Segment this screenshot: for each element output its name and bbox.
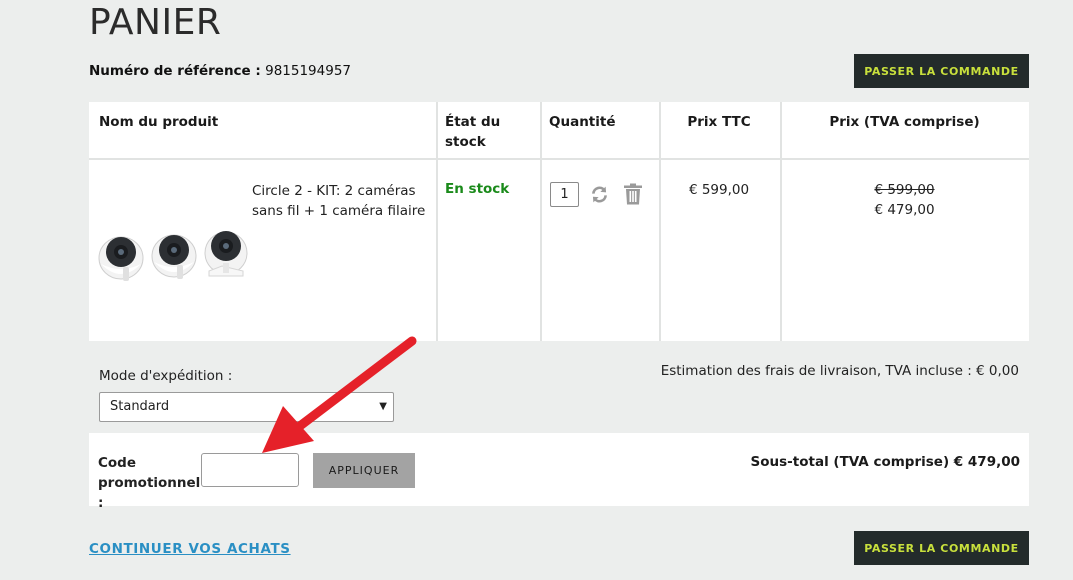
shipping-mode-select[interactable]: Standard ▼ bbox=[99, 392, 394, 422]
table-header-row: Nom du produit État du stock Quantité Pr… bbox=[89, 102, 1029, 160]
price-ttc-value: € 599,00 bbox=[688, 182, 750, 198]
checkout-button-top[interactable]: PASSER LA COMMANDE bbox=[854, 54, 1029, 88]
promo-code-label: Code promotionnel : bbox=[98, 455, 201, 511]
chevron-down-icon: ▼ bbox=[379, 401, 387, 412]
price-original: € 599,00 bbox=[874, 182, 935, 198]
refresh-icon[interactable] bbox=[589, 184, 610, 205]
camera-product-image bbox=[98, 231, 248, 281]
quantity-input[interactable]: 1 bbox=[550, 182, 579, 207]
reference-value: 9815194957 bbox=[265, 63, 352, 79]
apply-promo-button[interactable]: APPLIQUER bbox=[313, 453, 415, 488]
subtotal: Sous-total (TVA comprise) € 479,00 bbox=[750, 454, 1020, 470]
checkout-button-bottom[interactable]: PASSER LA COMMANDE bbox=[854, 531, 1029, 565]
header-stock: État du stock bbox=[445, 114, 501, 150]
shipping-mode-label: Mode d'expédition : bbox=[99, 368, 233, 384]
shipping-estimate: Estimation des frais de livraison, TVA i… bbox=[660, 363, 1019, 379]
header-price-ttc: Prix TTC bbox=[687, 114, 751, 130]
continue-shopping-link[interactable]: CONTINUER VOS ACHATS bbox=[89, 541, 291, 557]
price-discounted: € 479,00 bbox=[874, 202, 935, 218]
stock-status: En stock bbox=[445, 181, 510, 197]
shipping-mode-value: Standard bbox=[110, 399, 170, 414]
promo-panel: Code promotionnel : APPLIQUER Sous-total… bbox=[89, 433, 1029, 511]
header-quantity: Quantité bbox=[549, 114, 616, 130]
reference-number: Numéro de référence : 9815194957 bbox=[89, 63, 351, 79]
trash-icon[interactable] bbox=[623, 183, 643, 205]
product-name[interactable]: Circle 2 - KIT: 2 caméras sans fil + 1 c… bbox=[252, 181, 432, 221]
header-product: Nom du produit bbox=[99, 114, 219, 130]
reference-label: Numéro de référence : bbox=[89, 63, 261, 79]
cart-table: Nom du produit État du stock Quantité Pr… bbox=[89, 102, 1029, 341]
header-price-vat: Prix (TVA comprise) bbox=[829, 114, 980, 130]
promo-code-input[interactable] bbox=[201, 453, 299, 487]
page-title: PANIER bbox=[89, 2, 222, 43]
